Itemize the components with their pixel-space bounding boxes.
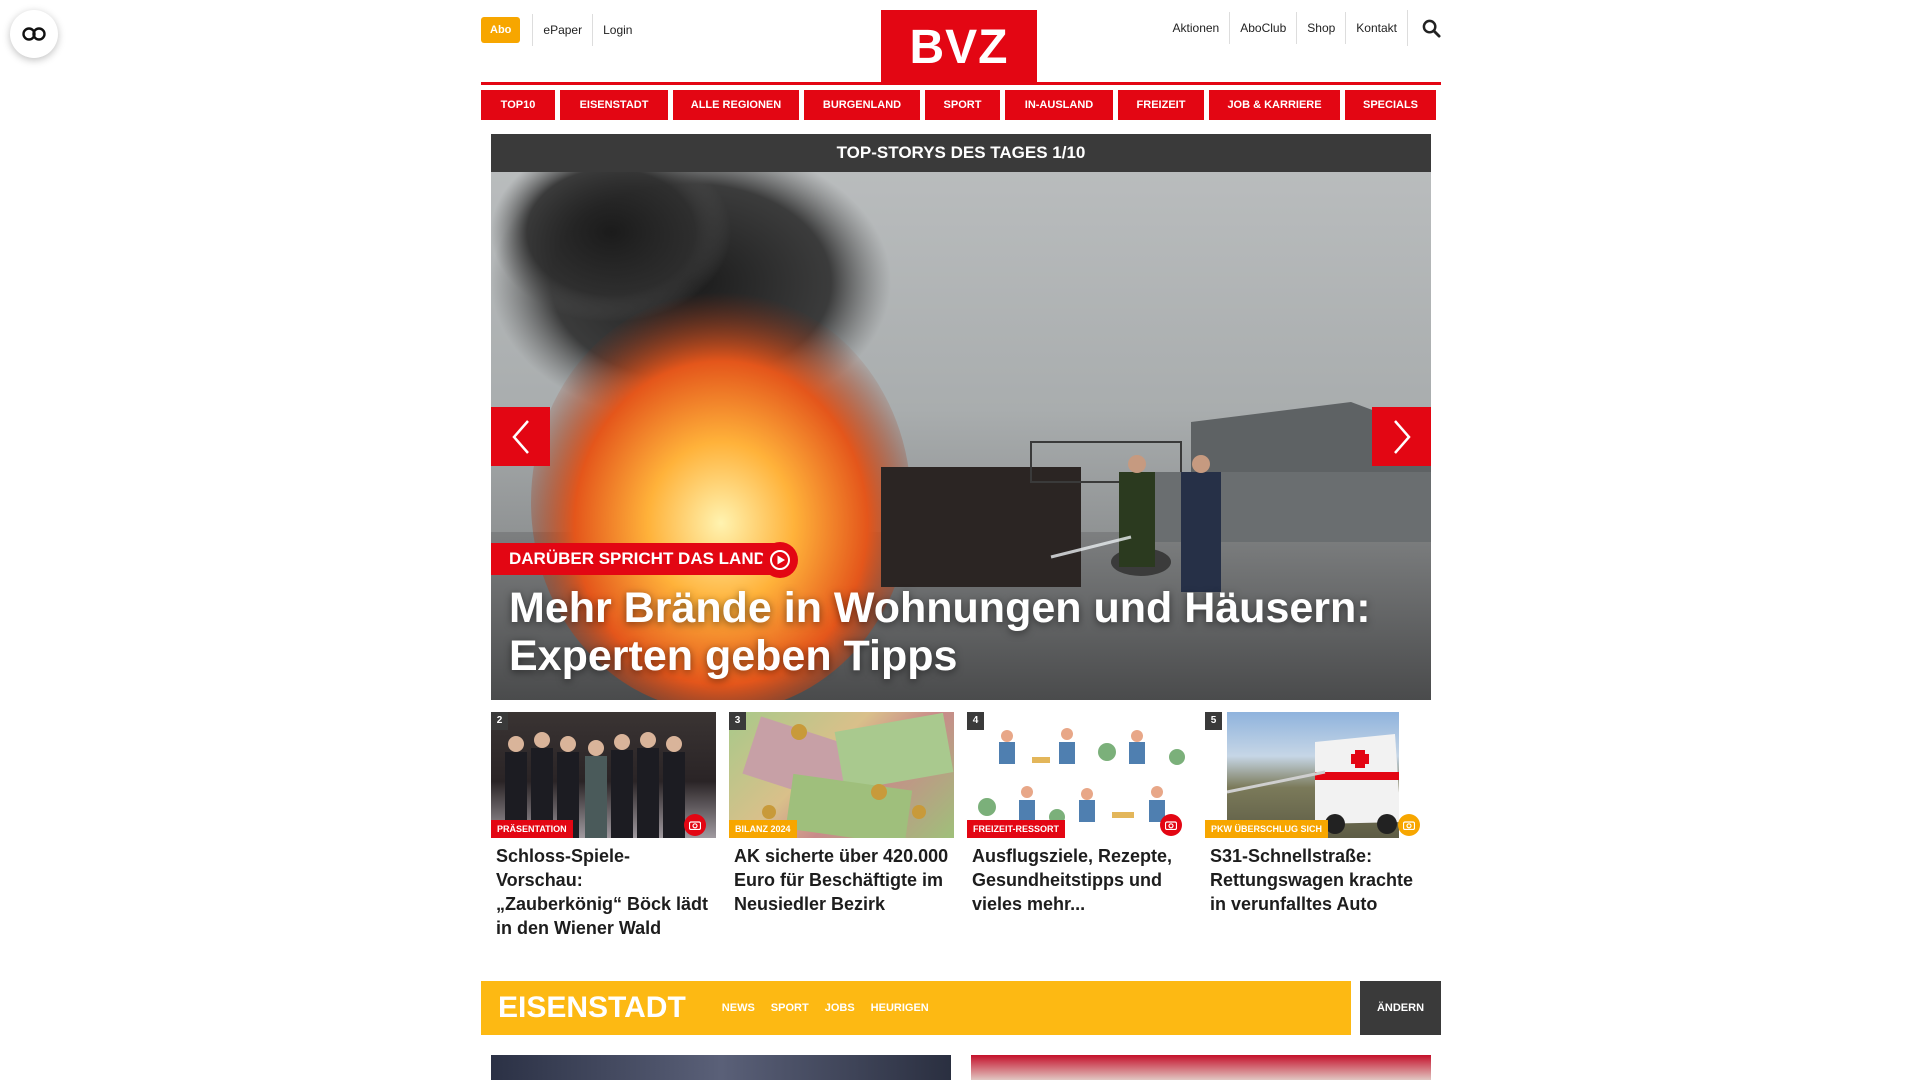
teaser-image: 2 PRÄSENTATION bbox=[491, 712, 716, 838]
camera-icon bbox=[1403, 821, 1415, 830]
nav-item-burgenland[interactable]: BURGENLAND bbox=[804, 90, 920, 120]
hero-story[interactable]: DARÜBER SPRICHT DAS LAND Mehr Brände in … bbox=[491, 172, 1431, 700]
glasses-icon bbox=[22, 27, 46, 41]
search-button[interactable] bbox=[1407, 10, 1441, 46]
teaser-kicker: PKW ÜBERSCHLUG SICH bbox=[1205, 820, 1329, 838]
teaser-title[interactable]: Schloss-Spiele-Vorschau: „Zauberkönig“ B… bbox=[491, 844, 716, 940]
teaser-number: 2 bbox=[491, 712, 508, 730]
next-story-button[interactable] bbox=[1372, 407, 1431, 466]
teaser-card[interactable]: 4 FREIZEIT-RESSORT Ausflugsziele, Rezept… bbox=[967, 712, 1192, 940]
change-region-button[interactable]: ÄNDERN bbox=[1360, 981, 1441, 1035]
search-icon bbox=[1422, 19, 1441, 38]
bvz-logo[interactable]: BVZ bbox=[881, 10, 1037, 82]
aboclub-link[interactable]: AboClub bbox=[1229, 12, 1296, 44]
teaser-title[interactable]: S31-Schnellstraße: Rettungswagen krachte… bbox=[1205, 844, 1430, 916]
nav-item-alle-regionen[interactable]: ALLE REGIONEN bbox=[673, 90, 799, 120]
nav-item-freizeit[interactable]: FREIZEIT bbox=[1118, 90, 1204, 120]
teaser-image: 4 FREIZEIT-RESSORT bbox=[967, 712, 1192, 838]
previous-story-button[interactable] bbox=[491, 407, 550, 466]
nav-item-in-ausland[interactable]: IN-AUSLAND bbox=[1005, 90, 1113, 120]
nav-item-top10[interactable]: TOP10 bbox=[481, 90, 555, 120]
nav-item-job-karriere[interactable]: JOB & KARRIERE bbox=[1209, 90, 1340, 120]
main-navigation: TOP10 EISENSTADT ALLE REGIONEN BURGENLAN… bbox=[481, 90, 1441, 120]
shop-link[interactable]: Shop bbox=[1296, 12, 1345, 44]
top-stories-heading: TOP-STORYS DES TAGES 1/10 bbox=[491, 134, 1431, 172]
epaper-link[interactable]: ePaper bbox=[532, 14, 592, 46]
header-divider bbox=[481, 82, 1441, 85]
region-link-news[interactable]: NEWS bbox=[722, 1002, 755, 1014]
teaser-number: 5 bbox=[1205, 712, 1222, 730]
camera-icon bbox=[689, 821, 701, 830]
gallery-badge bbox=[1160, 814, 1182, 836]
aktionen-link[interactable]: Aktionen bbox=[1163, 12, 1230, 44]
gallery-badge bbox=[684, 814, 706, 836]
teaser-title[interactable]: Ausflugsziele, Rezepte, Gesundheitstipps… bbox=[967, 844, 1192, 916]
teaser-card[interactable]: 2 PRÄSENTATION Schloss-Spiele-Vorschau: … bbox=[491, 712, 716, 940]
teaser-kicker: FREIZEIT-RESSORT bbox=[967, 820, 1066, 838]
abo-button[interactable]: Abo bbox=[481, 17, 521, 43]
play-video-button[interactable] bbox=[762, 542, 798, 578]
teaser-image: 5 PKW ÜBERSCHLUG SICH bbox=[1205, 712, 1430, 838]
teaser-image: 3 BILANZ 2024 bbox=[729, 712, 954, 838]
hero-kicker: DARÜBER SPRICHT DAS LAND bbox=[491, 543, 776, 575]
chevron-left-icon bbox=[511, 419, 529, 454]
play-icon bbox=[770, 550, 790, 570]
nav-item-eisenstadt[interactable]: EISENSTADT bbox=[560, 90, 668, 120]
teaser-title[interactable]: AK sicherte über 420.000 Euro für Beschä… bbox=[729, 844, 954, 916]
teaser-card[interactable]: 5 PKW ÜBERSCHLUG SICH S31-Schnellstraße:… bbox=[1205, 712, 1430, 940]
chevron-right-icon bbox=[1393, 419, 1411, 454]
teaser-number: 4 bbox=[967, 712, 984, 730]
region-link-sport[interactable]: SPORT bbox=[771, 1002, 809, 1014]
region-bar: EISENSTADT NEWS SPORT JOBS HEURIGEN bbox=[481, 981, 1351, 1035]
teaser-card[interactable]: 3 BILANZ 2024 AK sicherte über 420.000 E… bbox=[729, 712, 954, 940]
teaser-kicker: BILANZ 2024 bbox=[729, 820, 797, 838]
header-left-links: Abo ePaper Login bbox=[481, 14, 642, 46]
region-link-jobs[interactable]: JOBS bbox=[825, 1002, 855, 1014]
region-link-heurigen[interactable]: HEURIGEN bbox=[871, 1002, 929, 1014]
teaser-kicker: PRÄSENTATION bbox=[491, 820, 573, 838]
article-image[interactable] bbox=[971, 1055, 1431, 1080]
kontakt-link[interactable]: Kontakt bbox=[1345, 12, 1407, 44]
header-right-links: Aktionen AboClub Shop Kontakt bbox=[1163, 10, 1441, 46]
camera-icon bbox=[1165, 821, 1177, 830]
teaser-number: 3 bbox=[729, 712, 746, 730]
gallery-badge bbox=[1398, 814, 1420, 836]
login-link[interactable]: Login bbox=[592, 14, 642, 46]
accessibility-toggle-button[interactable] bbox=[10, 10, 58, 58]
nav-item-specials[interactable]: SPECIALS bbox=[1345, 90, 1436, 120]
article-image[interactable] bbox=[491, 1055, 951, 1080]
hero-title[interactable]: Mehr Brände in Wohnungen und Häusern: Ex… bbox=[509, 584, 1409, 680]
nav-item-sport[interactable]: SPORT bbox=[925, 90, 1000, 120]
region-title[interactable]: EISENSTADT bbox=[481, 991, 686, 1025]
site-header: Abo ePaper Login BVZ Aktionen AboClub Sh… bbox=[481, 0, 1441, 86]
top-stories-teasers: 2 PRÄSENTATION Schloss-Spiele-Vorschau: … bbox=[491, 712, 1431, 940]
